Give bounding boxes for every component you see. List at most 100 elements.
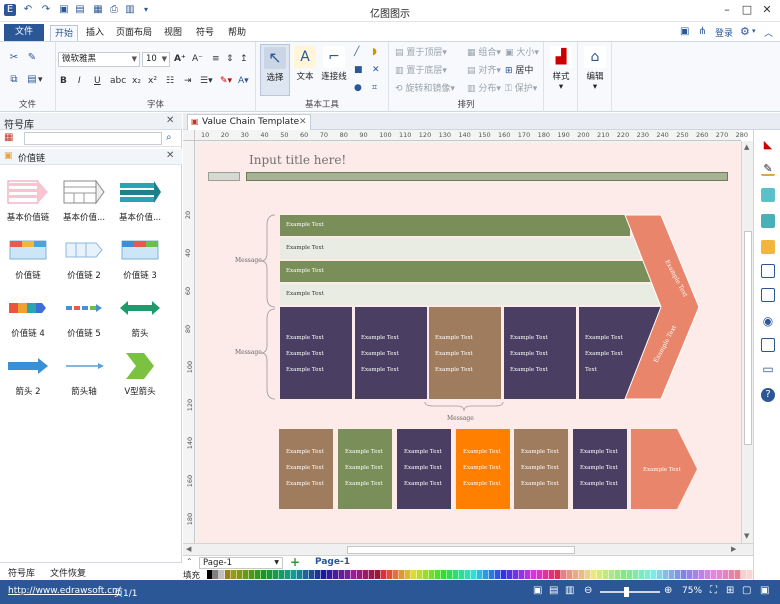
view-normal-icon[interactable]: ▣ [533,585,542,596]
support-band-4[interactable]: Example Text [280,284,660,305]
line-tool-icon[interactable]: ╱ [354,46,359,58]
note-icon[interactable] [761,338,775,352]
website-link[interactable]: http://www.edrawsoft.cn/ [8,586,121,596]
font-name-select[interactable]: 微软雅黑 ▼ [58,52,140,67]
bottom-box-3[interactable]: Example Text Example Text Example Text [397,429,451,509]
paste-icon[interactable]: ▤▾ [26,74,42,86]
brace-label-2[interactable]: Message [235,349,262,356]
support-band-2[interactable]: Example Text [280,238,640,259]
zoom-level[interactable]: 75% [682,586,702,596]
settings-dropdown-icon[interactable]: ▾ [752,27,756,35]
page-select[interactable]: Page-1 ▼ [199,557,283,569]
diagram-title[interactable]: Input title here! [249,153,346,167]
crop-tool-icon[interactable]: ⌗ [372,82,377,94]
help-icon[interactable]: ? [761,388,775,402]
zoom-slider-thumb[interactable] [624,587,629,597]
font-size-select[interactable]: 10 ▼ [142,52,170,67]
primary-cell-1[interactable]: Example Text Example Text Example Text [280,307,352,399]
symbol-value-chain-4[interactable]: 价值链 4 [0,295,56,353]
layers-icon[interactable] [761,240,775,254]
text-direction-icon[interactable]: ↥ [240,53,248,65]
bullet-list-icon[interactable]: ☷ [166,75,174,87]
navigator-icon[interactable]: ◉ [761,314,775,328]
library-search-icon[interactable]: ⌕ [166,132,172,143]
presentation-icon[interactable]: ▣ [760,585,769,596]
brace-label-1[interactable]: Message [235,257,262,264]
connector-tool-button[interactable]: ⌐ 连接线 [318,44,350,96]
align-icon[interactable]: ≡ [212,53,220,65]
document-tab[interactable]: ▣ Value Chain Template ✕ [187,114,311,130]
page-icon[interactable] [761,264,775,278]
symbol-value-chain-3[interactable]: 价值链 3 [112,237,168,295]
settings-icon[interactable]: ⚙ [740,25,750,38]
zoom-out-icon[interactable]: ⊖ [584,585,592,596]
tab-home[interactable]: 开始 [50,25,78,41]
page-nav-icon[interactable]: ⌃ [186,557,193,566]
add-page-icon[interactable]: + [290,555,300,569]
shadow-icon[interactable] [761,188,775,202]
library-close-icon[interactable]: ✕ [166,115,174,126]
center-button[interactable]: ⊞ 居中 [505,65,533,77]
style-button[interactable]: ▟ 样式 ▾ [546,44,576,96]
superscript-icon[interactable]: x² [148,75,157,87]
underline-icon[interactable]: U [94,75,101,87]
title-bar-long[interactable] [246,172,728,181]
fit-page-icon[interactable]: ⛶ [710,585,717,596]
edit-button[interactable]: ⌂ 编辑 ▾ [580,44,610,96]
primary-cell-2[interactable]: Example Text Example Text Example Text [355,307,427,399]
bottom-box-4[interactable]: Example Text Example Text Example Text [456,429,510,509]
symbol-basic-value-chain-1[interactable]: 基本价值链 [0,179,56,237]
page-tab-active[interactable]: Page-1 [315,557,350,567]
symbol-arrow-2[interactable]: 箭头 2 [0,353,56,411]
category-header[interactable]: ▣ 价值链 ✕ [0,149,182,165]
maximize-icon[interactable]: □ [740,3,754,17]
grid-icon[interactable] [761,288,775,302]
drawing-canvas[interactable]: Input title here! Example Text Example T… [195,141,741,543]
distribute-button[interactable]: ▥ 分布▾ [467,83,501,95]
line-style-icon[interactable]: ✎ [761,162,775,176]
share-icon[interactable]: ⋔ [698,26,706,37]
brace-label-bottom[interactable]: Message [447,415,474,422]
category-close-icon[interactable]: ✕ [166,150,174,161]
close-icon[interactable]: ✕ [760,3,774,17]
symbol-arrow-axis[interactable]: 箭头轴 [56,353,112,411]
scroll-down-icon[interactable]: ▼ [744,532,749,540]
support-band-3[interactable]: Example Text [280,261,652,282]
select-tool-button[interactable]: ↖ 选择 [260,44,290,96]
tab-help[interactable]: 帮助 [224,25,250,41]
copy-icon[interactable]: ⧉ [8,74,20,86]
full-screen-icon[interactable]: ▢ [742,585,751,596]
collapse-ribbon-icon[interactable]: ︿ [764,26,773,39]
symbol-v-arrow[interactable]: V型箭头 [112,353,168,411]
format-painter-icon[interactable]: ✎ [26,52,38,64]
bottom-box-5[interactable]: Example Text Example Text Example Text [514,429,568,509]
rectangle-tool-icon[interactable]: ■ [354,64,363,76]
file-menu[interactable]: 文件 [4,24,44,41]
login-link[interactable]: 登录 [715,26,733,39]
send-back-button[interactable]: ▥ 置于底层▾ [395,65,447,77]
numbered-list-icon[interactable]: ☰▾ [200,75,213,87]
strikethrough-icon[interactable]: abc [110,75,126,87]
symbol-value-chain[interactable]: 价值链 [0,237,56,295]
scroll-right-icon[interactable]: ▶ [731,545,736,553]
grow-font-icon[interactable]: A⁺ [174,53,186,65]
protect-button[interactable]: ⚿ 保护▾ [505,83,537,95]
subscript-icon[interactable]: x₂ [132,75,141,87]
group-button[interactable]: ▦ 组合▾ [467,47,501,59]
zoom-in-icon[interactable]: ⊕ [664,585,672,596]
tab-symbols[interactable]: 符号 [192,25,218,41]
support-band-1[interactable]: Example Text [280,215,630,236]
text-tool-button[interactable]: A 文本 [290,44,320,96]
library-search-input[interactable] [24,132,162,145]
zoom-slider[interactable] [600,591,660,593]
document-close-icon[interactable]: ✕ [299,115,307,129]
primary-cell-4[interactable]: Example Text Example Text Example Text [504,307,576,399]
cross-tool-icon[interactable]: ✕ [372,64,380,76]
vertical-scroll-thumb[interactable] [744,231,752,445]
bold-icon[interactable]: B [60,75,67,87]
bring-front-button[interactable]: ▤ 置于顶层▾ [395,47,447,59]
image-icon[interactable] [761,214,775,228]
indent-icon[interactable]: ⇥ [184,75,192,87]
horizontal-scroll-thumb[interactable] [347,546,575,554]
symbol-value-chain-5[interactable]: 价值链 5 [56,295,112,353]
